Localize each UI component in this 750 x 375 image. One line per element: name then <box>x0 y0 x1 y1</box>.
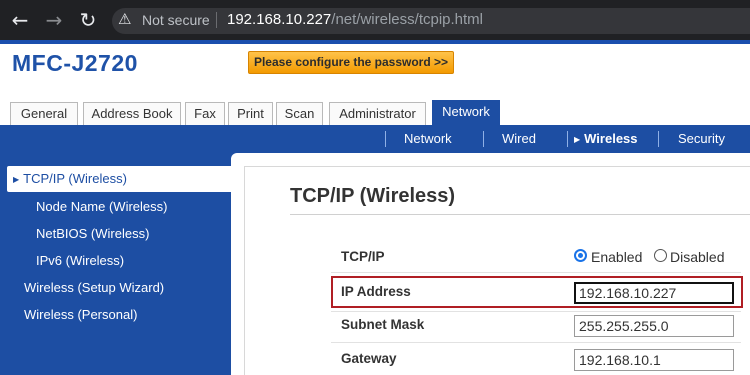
sidebar-item-netbios[interactable]: NetBIOS (Wireless) <box>36 226 149 241</box>
reload-icon[interactable]: ↻ <box>76 8 100 32</box>
url-text[interactable]: 192.168.10.227/net/wireless/tcpip.html <box>227 11 483 28</box>
tab-general[interactable]: General <box>10 102 78 126</box>
not-secure-label[interactable]: Not secure <box>142 12 210 28</box>
subnav-wireless[interactable]: ▶ Wireless <box>574 131 638 146</box>
ip-address-label: IP Address <box>341 284 411 299</box>
subnav-wireless-label: Wireless <box>584 131 638 146</box>
forward-icon[interactable]: → <box>42 8 66 32</box>
row-divider <box>331 311 741 312</box>
tab-print[interactable]: Print <box>228 102 273 126</box>
title-divider <box>290 214 750 215</box>
subnet-mask-input[interactable] <box>574 315 734 337</box>
configure-password-button[interactable]: Please configure the password >> <box>248 51 454 74</box>
sidebar-item-ipv6[interactable]: IPv6 (Wireless) <box>36 253 124 268</box>
printer-model-title: MFC-J2720 <box>12 50 138 76</box>
subnav-wired[interactable]: Wired <box>502 131 536 146</box>
warning-triangle-icon[interactable]: ⚠ <box>118 10 131 28</box>
gateway-label: Gateway <box>341 351 397 366</box>
subnav-divider <box>483 131 484 147</box>
page-title: TCP/IP (Wireless) <box>290 185 456 207</box>
sidebar-item-label: TCP/IP (Wireless) <box>23 171 127 186</box>
subnav-divider <box>567 131 568 147</box>
sidebar-item-tcpip-wireless[interactable]: ▶ TCP/IP (Wireless) <box>7 166 232 192</box>
tcpip-label: TCP/IP <box>341 249 385 264</box>
url-path: /net/wireless/tcpip.html <box>331 11 484 28</box>
back-icon[interactable]: ← <box>8 8 32 32</box>
sidebar-item-wireless-personal[interactable]: Wireless (Personal) <box>24 307 137 322</box>
tab-network[interactable]: Network <box>432 100 500 126</box>
enabled-label[interactable]: Enabled <box>591 249 642 265</box>
disabled-label[interactable]: Disabled <box>670 249 724 265</box>
sidebar-item-node-name[interactable]: Node Name (Wireless) <box>36 199 167 214</box>
caret-right-icon: ▶ <box>574 135 581 145</box>
row-divider <box>331 342 741 343</box>
sidebar-item-setup-wizard[interactable]: Wireless (Setup Wizard) <box>24 280 164 295</box>
address-divider <box>216 12 217 28</box>
tab-scan[interactable]: Scan <box>276 102 323 126</box>
header-top-line <box>0 40 750 44</box>
enabled-radio[interactable] <box>574 249 587 262</box>
ip-address-input[interactable] <box>574 282 734 304</box>
subnav-security[interactable]: Security <box>678 131 725 146</box>
gateway-input[interactable] <box>574 349 734 371</box>
subnav-divider <box>658 131 659 147</box>
subnav-divider <box>385 131 386 147</box>
tab-administrator[interactable]: Administrator <box>329 102 426 126</box>
tab-fax[interactable]: Fax <box>185 102 225 126</box>
row-divider <box>331 272 741 273</box>
subnet-mask-label: Subnet Mask <box>341 317 425 332</box>
url-host: 192.168.10.227 <box>227 11 332 28</box>
tab-address-book[interactable]: Address Book <box>83 102 181 126</box>
caret-right-icon: ▶ <box>13 174 20 184</box>
disabled-radio[interactable] <box>654 249 667 262</box>
subnav-network[interactable]: Network <box>404 131 452 146</box>
